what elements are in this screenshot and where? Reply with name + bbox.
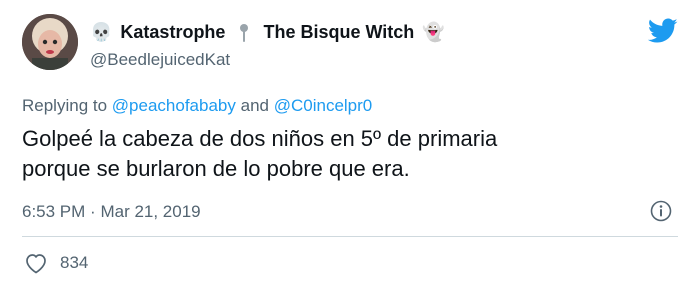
author-name-part2: The Bisque Witch (263, 22, 415, 42)
tweet-text-line: Golpeé la cabeza de dos niños en 5º de p… (22, 126, 498, 151)
heart-icon (26, 254, 46, 274)
ghost-icon: 👻 (422, 22, 445, 42)
tweet-text: Golpeé la cabeza de dos niños en 5º de p… (22, 124, 672, 184)
replying-to: Replying to @peachofababy and @C0incelpr… (22, 96, 372, 116)
mention-link[interactable]: @C0incelpr0 (274, 96, 373, 115)
twitter-bird-icon[interactable] (647, 18, 678, 44)
mention-link[interactable]: @peachofababy (112, 96, 236, 115)
tweet-time: 6:53 PM (22, 202, 86, 221)
avatar-image (22, 14, 78, 70)
tweet-date: Mar 21, 2019 (100, 202, 201, 221)
replying-prefix: Replying to (22, 96, 108, 115)
meta-separator: · (90, 202, 96, 221)
author-name-part1: Katastrophe (120, 22, 226, 42)
author-handle[interactable]: @BeedlejuicedKat (90, 50, 230, 70)
tweet-card: 💀 Katastrophe The Bisque Witch 👻 @Beedle… (0, 0, 700, 288)
like-count: 834 (60, 253, 89, 272)
divider (22, 236, 678, 237)
info-icon[interactable] (650, 200, 672, 222)
tweet-timestamp[interactable]: 6:53 PM · Mar 21, 2019 (22, 202, 201, 222)
like-button[interactable]: 834 (24, 252, 88, 274)
avatar[interactable] (22, 14, 78, 70)
pin-icon (239, 23, 249, 43)
author-name[interactable]: 💀 Katastrophe The Bisque Witch 👻 (90, 22, 445, 43)
tweet-text-line: porque se burlaron de lo pobre que era. (22, 156, 410, 181)
replying-conjunction: and (240, 96, 269, 115)
skull-icon: 💀 (90, 22, 113, 42)
